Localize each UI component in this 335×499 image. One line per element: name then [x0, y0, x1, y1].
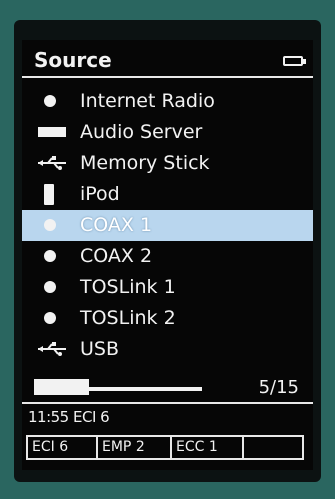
tube-tag: ECI 6 — [28, 437, 98, 458]
source-label: TOSLink 2 — [80, 307, 176, 329]
dot-icon — [44, 312, 56, 324]
tube-tag: EMP 2 — [98, 437, 172, 458]
source-item-ipod[interactable]: iPod — [22, 179, 313, 210]
tube-tag — [244, 437, 302, 458]
tube-tag-row: ECI 6 EMP 2 ECC 1 — [26, 435, 304, 460]
source-label: Internet Radio — [80, 90, 215, 112]
server-icon — [38, 127, 66, 137]
source-item-audio-server[interactable]: Audio Server — [22, 117, 313, 148]
tube-tag: ECC 1 — [172, 437, 244, 458]
page-indicator: 5/15 — [258, 377, 299, 398]
ipod-icon — [44, 184, 54, 205]
source-label: COAX 1 — [80, 214, 153, 236]
source-item-toslink-2[interactable]: TOSLink 2 — [22, 303, 313, 334]
dot-icon — [44, 219, 56, 231]
status-divider — [22, 402, 313, 404]
source-list: Internet Radio Audio Server Memory Stick… — [22, 86, 313, 365]
source-item-toslink-1[interactable]: TOSLink 1 — [22, 272, 313, 303]
title-bar: Source — [22, 40, 313, 78]
source-label: Audio Server — [80, 121, 203, 143]
source-item-usb[interactable]: USB — [22, 334, 313, 365]
source-label: Memory Stick — [80, 152, 210, 174]
dot-icon — [44, 95, 56, 107]
status-line: 11:55 ECI 6 — [28, 408, 110, 426]
source-label: USB — [80, 338, 120, 360]
source-item-coax-1[interactable]: COAX 1 — [22, 210, 313, 241]
battery-icon — [283, 56, 306, 66]
usb-icon — [38, 342, 66, 356]
source-item-internet-radio[interactable]: Internet Radio — [22, 86, 313, 117]
source-label: iPod — [80, 183, 120, 205]
dot-icon — [44, 250, 56, 262]
source-item-coax-2[interactable]: COAX 2 — [22, 241, 313, 272]
source-label: COAX 2 — [80, 245, 153, 267]
dot-icon — [44, 281, 56, 293]
usb-icon — [38, 156, 66, 170]
page-title: Source — [34, 48, 112, 72]
device-screen: Source Internet Radio Audio Server Memor… — [22, 40, 313, 470]
source-label: TOSLink 1 — [80, 276, 176, 298]
scroll-thumb[interactable] — [34, 379, 89, 395]
source-item-memory-stick[interactable]: Memory Stick — [22, 148, 313, 179]
